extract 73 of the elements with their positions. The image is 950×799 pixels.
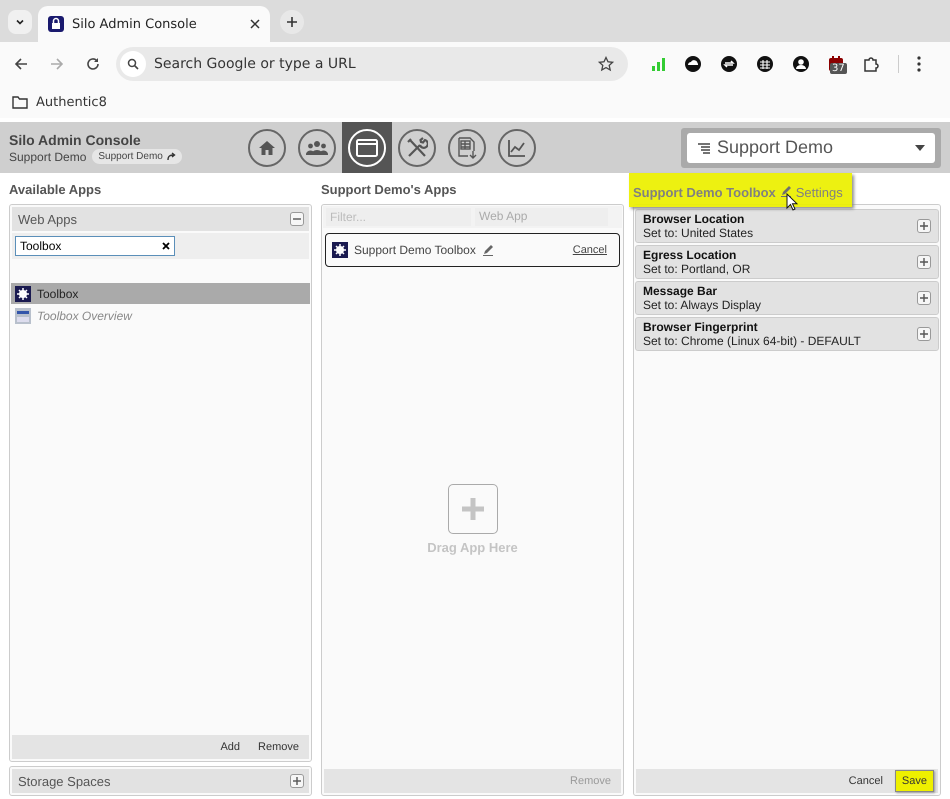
collapse-button[interactable] [290,212,304,226]
toolbox-title: Support Demo Toolbox [633,185,776,200]
organization-chip[interactable]: Support Demo [92,149,182,164]
expand-button[interactable] [290,774,304,788]
filter-field[interactable]: Toolbox [15,236,175,256]
plus-icon [920,258,928,266]
tools-icon [406,136,428,158]
plus-icon [920,330,928,338]
bookmark-folder[interactable]: Authentic8 [12,94,107,110]
account-icon[interactable] [792,55,810,73]
gear-icon [332,242,348,258]
plus-icon [293,777,301,785]
clear-icon[interactable] [162,242,170,250]
spreadsheet-export-icon [457,136,477,158]
add-app-icon [448,484,498,534]
gear-icon [15,286,31,302]
app-list-item[interactable]: Toolbox [11,283,310,304]
tab-list-button[interactable] [8,10,32,34]
address-bar[interactable]: Search Google or type a URL [116,47,628,81]
plus-icon [920,222,928,230]
app-logo-icon [15,308,31,324]
puzzle-icon[interactable] [862,55,880,73]
panel-button[interactable]: Add [214,738,246,756]
organization-dropdown[interactable]: Support Demo [687,132,935,162]
app-card[interactable]: Support Demo Toolbox Cancel [325,233,620,267]
new-tab-button[interactable] [280,10,304,34]
expand-button[interactable] [917,219,931,233]
panel-title: Storage Spaces [18,774,112,788]
search-icon [120,51,146,77]
save-button[interactable]: Save [894,770,934,792]
pencil-icon[interactable] [780,185,792,197]
share-arrow-icon [166,152,176,161]
expand-button[interactable] [917,327,931,341]
setting-value: Set to: United States [643,226,754,240]
caret-icon [915,144,925,150]
plus-icon [286,16,298,28]
panel-button[interactable]: Remove [252,738,305,756]
setting-name: Message Bar [643,284,718,298]
count-badge: 37 [830,63,847,74]
setting-name: Browser Location [643,212,746,226]
browser-tab[interactable]: Silo Admin Console [38,6,270,42]
setting-value: Set to: Portland, OR [643,262,752,276]
cancel-link[interactable]: Cancel [572,244,607,256]
setting-value: Set to: Chrome (Linux 64-bit) - DEFAULT [643,334,862,348]
setting-name: Egress Location [643,248,738,262]
cancel-button[interactable]: Cancel [842,772,889,790]
console-title: Silo Admin Console [9,132,142,148]
keyboard-icon[interactable] [756,55,774,73]
sync-icon[interactable] [720,55,738,73]
close-icon[interactable] [250,19,260,29]
line-chart-icon [507,138,527,158]
nav-tab[interactable] [342,122,392,173]
setting-value: Set to: Always Display [643,298,762,312]
star-icon[interactable] [598,56,614,72]
tab-title: Silo Admin Console [72,16,198,32]
column-heading: Support Demo's Apps [321,181,458,199]
address-placeholder: Search Google or type a URL [154,56,357,72]
app-name: Support Demo Toolbox [354,243,476,257]
plus-icon [920,294,928,302]
column-heading: Available Apps [9,181,102,199]
window-icon [356,138,378,156]
back-icon[interactable] [14,57,28,71]
expand-button[interactable] [917,291,931,305]
organization-name: Support Demo [9,150,86,164]
list-icon [697,142,711,154]
reload-icon[interactable] [86,57,100,71]
panel-title: Web Apps [18,212,78,226]
setting-name: Browser Fingerprint [643,320,759,334]
folder-icon [12,95,28,109]
cloud-icon[interactable] [684,55,702,73]
lock-icon [48,16,64,32]
more-menu-icon[interactable] [917,56,921,72]
expand-button[interactable] [917,255,931,269]
